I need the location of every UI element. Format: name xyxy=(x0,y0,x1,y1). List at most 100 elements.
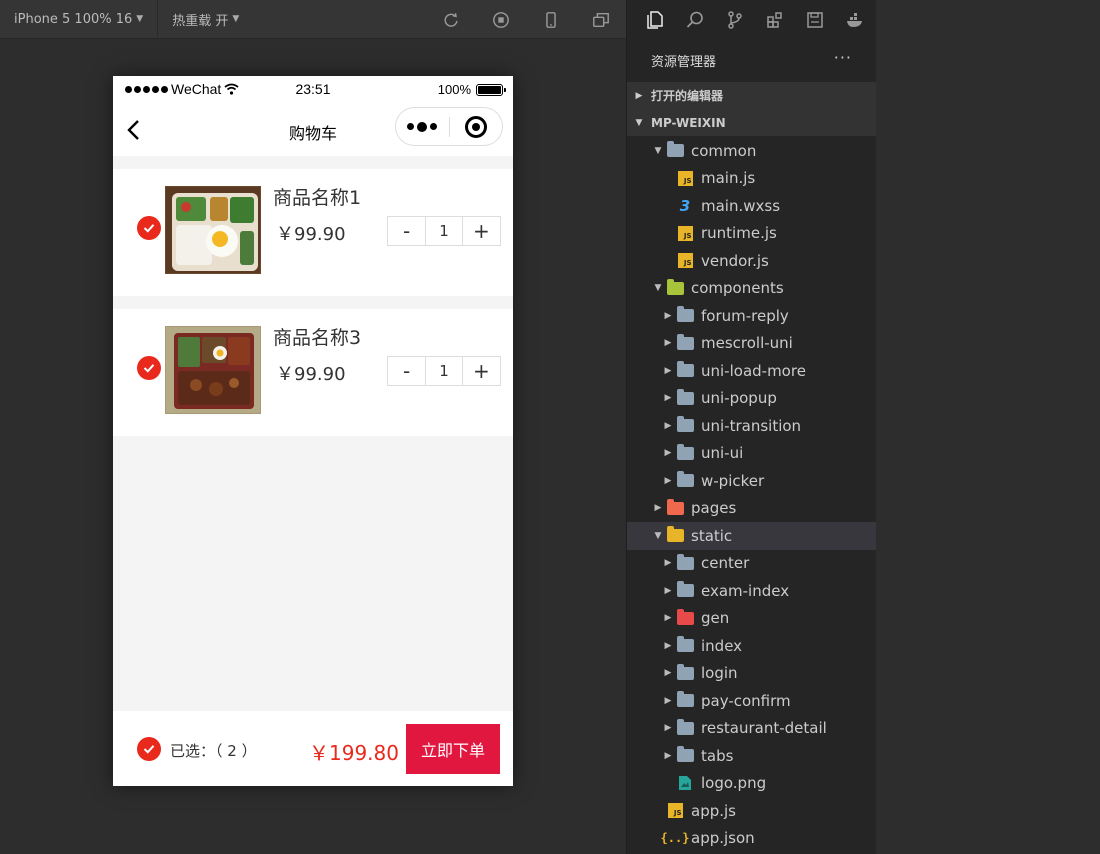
tree-item-exam-index[interactable]: ▶ exam-index xyxy=(627,577,877,605)
tree-item-components[interactable]: ▼ components xyxy=(627,275,877,303)
save-icon[interactable] xyxy=(795,0,835,39)
folder-icon xyxy=(665,526,685,544)
tree-item-tabs[interactable]: ▶ tabs xyxy=(627,742,877,770)
check-icon xyxy=(143,364,155,373)
chevron-right-icon: ▶ xyxy=(664,558,672,569)
tree-item-forum-reply[interactable]: ▶ forum-reply xyxy=(627,302,877,330)
product-name: 商品名称3 xyxy=(273,327,362,349)
image-file-icon xyxy=(675,775,695,791)
tree-item-app-json[interactable]: {..} app.json xyxy=(627,825,877,853)
folder-icon xyxy=(675,581,695,599)
chevron-right-icon: ▶ xyxy=(664,393,672,404)
menu-capsule xyxy=(395,107,503,146)
tree-item-uni-ui[interactable]: ▶ uni-ui xyxy=(627,440,877,468)
device-dropdown[interactable]: iPhone 5 100% 16 ▼ xyxy=(0,0,157,39)
tree-item-main-js[interactable]: JS main.js xyxy=(627,165,877,193)
js-file-icon: JS xyxy=(665,803,685,819)
more-actions-icon[interactable]: ··· xyxy=(834,48,852,67)
refresh-icon[interactable] xyxy=(426,0,476,39)
tree-item-main-wxss[interactable]: 3 main.wxss xyxy=(627,192,877,220)
tree-item-vendor-js[interactable]: JS vendor.js xyxy=(627,247,877,275)
item-checkbox[interactable] xyxy=(137,216,161,240)
decrease-button[interactable]: - xyxy=(388,357,425,385)
tree-item-restaurant-detail[interactable]: ▶ restaurant-detail xyxy=(627,715,877,743)
folder-icon xyxy=(665,141,685,159)
folder-icon xyxy=(675,746,695,764)
tree-item-mescroll-uni[interactable]: ▶ mescroll-uni xyxy=(627,330,877,358)
tree-item-label: index xyxy=(701,636,743,655)
tree-item-index[interactable]: ▶ index xyxy=(627,632,877,660)
selected-count: 已选：（ 2 ） xyxy=(170,742,257,760)
item-checkbox[interactable] xyxy=(137,356,161,380)
place-order-button[interactable]: 立即下单 xyxy=(406,724,500,774)
quantity-value[interactable]: 1 xyxy=(425,357,463,385)
increase-button[interactable]: + xyxy=(463,217,500,245)
tree-item-label: uni-transition xyxy=(701,416,802,435)
chevron-right-icon: ▶ xyxy=(664,750,672,761)
chevron-right-icon: ▶ xyxy=(654,503,662,514)
battery-icon xyxy=(476,83,506,96)
select-all-checkbox[interactable] xyxy=(137,737,161,761)
tree-item-uni-load-more[interactable]: ▶ uni-load-more xyxy=(627,357,877,385)
check-icon xyxy=(143,224,155,233)
extensions-icon[interactable] xyxy=(755,0,795,39)
chevron-right-icon: ▶ xyxy=(635,90,643,101)
folder-icon xyxy=(675,553,695,571)
folder-icon xyxy=(675,361,695,379)
tree-item-label: main.js xyxy=(701,169,756,188)
phone-icon[interactable] xyxy=(526,0,576,39)
tree-item-login[interactable]: ▶ login xyxy=(627,660,877,688)
tree-item-label: center xyxy=(701,554,750,573)
activity-bar xyxy=(627,0,877,39)
tree-item-center[interactable]: ▶ center xyxy=(627,550,877,578)
tree-item-app-js[interactable]: JS app.js xyxy=(627,797,877,825)
chevron-right-icon: ▶ xyxy=(664,723,672,734)
js-file-icon: JS xyxy=(675,253,695,269)
tree-item-static[interactable]: ▼ static xyxy=(627,522,877,550)
quantity-value[interactable]: 1 xyxy=(425,217,463,245)
tree-item-gen[interactable]: ▶ gen xyxy=(627,605,877,633)
tree-item-label: uni-load-more xyxy=(701,361,806,380)
folder-icon xyxy=(675,691,695,709)
chevron-right-icon: ▶ xyxy=(664,695,672,706)
tree-item-pages[interactable]: ▶ pages xyxy=(627,495,877,523)
hot-reload-dropdown[interactable]: 热重载 开 ▼ xyxy=(158,0,253,39)
stop-icon[interactable] xyxy=(476,0,526,39)
folder-icon xyxy=(675,443,695,461)
project-section[interactable]: ▼ MP-WEIXIN xyxy=(627,109,877,136)
product-image[interactable] xyxy=(165,186,261,274)
tree-item-label: restaurant-detail xyxy=(701,719,827,738)
tree-item-label: runtime.js xyxy=(701,224,777,243)
files-icon[interactable] xyxy=(635,0,675,39)
chevron-right-icon: ▶ xyxy=(664,585,672,596)
tree-item-logo-png[interactable]: logo.png xyxy=(627,770,877,798)
tree-item-common[interactable]: ▼ common xyxy=(627,137,877,165)
json-file-icon: {..} xyxy=(660,831,690,846)
tree-item-label: app.js xyxy=(691,801,736,820)
chevron-right-icon: ▶ xyxy=(664,448,672,459)
search-icon[interactable] xyxy=(675,0,715,39)
tree-item-uni-popup[interactable]: ▶ uni-popup xyxy=(627,385,877,413)
tree-item-runtime-js[interactable]: JS runtime.js xyxy=(627,220,877,248)
tree-item-label: uni-popup xyxy=(701,389,777,408)
folder-icon xyxy=(675,388,695,406)
decrease-button[interactable]: - xyxy=(388,217,425,245)
more-dots-icon[interactable] xyxy=(396,121,449,132)
checkout-bar: 已选：（ 2 ） ￥199.80 立即下单 xyxy=(113,711,513,786)
chevron-right-icon: ▶ xyxy=(664,338,672,349)
folder-icon xyxy=(675,718,695,736)
docker-icon[interactable] xyxy=(835,0,875,39)
tree-item-uni-transition[interactable]: ▶ uni-transition xyxy=(627,412,877,440)
close-miniprogram-icon[interactable] xyxy=(449,115,502,138)
tree-item-w-picker[interactable]: ▶ w-picker xyxy=(627,467,877,495)
tree-item-label: app.json xyxy=(691,829,755,848)
increase-button[interactable]: + xyxy=(463,357,500,385)
product-image[interactable] xyxy=(165,326,261,414)
window-icon[interactable] xyxy=(576,0,626,39)
product-price: ￥99.90 xyxy=(276,364,346,385)
tree-item-pay-confirm[interactable]: ▶ pay-confirm xyxy=(627,687,877,715)
open-editors-section[interactable]: ▶ 打开的编辑器 xyxy=(627,82,877,109)
source-control-icon[interactable] xyxy=(715,0,755,39)
chevron-right-icon: ▶ xyxy=(664,365,672,376)
tree-item-label: exam-index xyxy=(701,581,790,600)
